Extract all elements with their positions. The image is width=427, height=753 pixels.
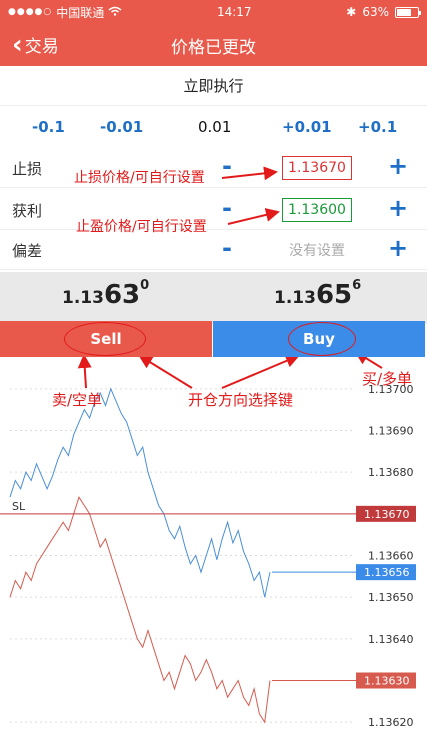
chevron-left-icon: ‹ xyxy=(12,29,23,60)
price-adjust-row: -0.1 -0.01 0.01 +0.01 +0.1 xyxy=(0,112,427,144)
take-profit-plus-button[interactable]: + xyxy=(388,194,408,222)
sell-annotation: 卖/空单 xyxy=(52,391,103,409)
deviation-row: 偏差 - 没有设置 + xyxy=(0,230,427,270)
step-minus-0-01[interactable]: -0.01 xyxy=(100,118,143,136)
page-title: 价格已更改 xyxy=(171,37,256,58)
step-plus-0-1[interactable]: +0.1 xyxy=(358,118,397,136)
stop-loss-value[interactable]: 1.13670 xyxy=(282,156,352,180)
sell-highlight-ellipse xyxy=(64,322,146,356)
deviation-plus-button[interactable]: + xyxy=(388,234,408,262)
level-tag-label: 1.13670 xyxy=(364,508,410,521)
deviation-label: 偏差 xyxy=(12,242,43,260)
step-minus-0-1[interactable]: -0.1 xyxy=(32,118,65,136)
price-series-line xyxy=(9,387,271,598)
back-button[interactable]: ‹ 交易 xyxy=(12,29,59,60)
take-profit-row: 获利 - 1.13600 + xyxy=(0,190,427,230)
y-tick-label: 1.13660 xyxy=(368,550,414,563)
wifi-icon xyxy=(108,5,122,19)
take-profit-label: 获利 xyxy=(12,202,43,220)
step-current: 0.01 xyxy=(198,118,232,136)
battery-icon xyxy=(394,6,421,18)
status-bar: ●●●●○ 中国联通 14:17 ✱ 63% xyxy=(0,0,427,24)
y-tick-label: 1.13680 xyxy=(368,466,414,479)
y-tick-label: 1.13620 xyxy=(368,716,414,729)
buy-annotation: 买/多单 xyxy=(362,370,413,388)
stop-loss-row: 止损 - 1.13670 + xyxy=(0,148,427,188)
sell-quote-prefix: 1.13 xyxy=(62,288,104,308)
stop-loss-minus-button[interactable]: - xyxy=(222,152,232,180)
top-bar: ●●●●○ 中国联通 14:17 ✱ 63% ‹ 交易 价格已更改 xyxy=(0,0,427,66)
sell-quote-pips: 63 xyxy=(103,280,141,310)
price-chart: 1.137001.136901.136801.136601.136501.136… xyxy=(0,383,416,729)
sl-label: SL xyxy=(12,500,26,513)
bluetooth-icon: ✱ xyxy=(346,5,357,19)
stop-loss-plus-button[interactable]: + xyxy=(388,152,408,180)
quote-band: 1.13630 1.13656 xyxy=(0,272,427,324)
y-tick-label: 1.13650 xyxy=(368,591,414,604)
deviation-value[interactable]: 没有设置 xyxy=(282,238,352,262)
level-tag-label: 1.13656 xyxy=(364,566,410,579)
carrier-name: 中国联通 xyxy=(56,5,105,20)
deviation-minus-button[interactable]: - xyxy=(222,234,232,262)
y-tick-label: 1.13690 xyxy=(368,425,414,438)
take-profit-value[interactable]: 1.13600 xyxy=(282,198,352,222)
battery-percent: 63% xyxy=(362,5,389,19)
stop-loss-annotation: 止损价格/可自行设置 xyxy=(74,170,205,186)
step-plus-0-01[interactable]: +0.01 xyxy=(282,118,332,136)
nav-bar: ‹ 交易 价格已更改 xyxy=(0,24,427,66)
buy-quote-fraction: 6 xyxy=(352,278,362,293)
buy-quote: 1.13656 xyxy=(274,278,362,310)
sell-quote: 1.13630 xyxy=(62,278,150,310)
take-profit-annotation: 止盈价格/可自行设置 xyxy=(76,219,207,235)
buy-quote-pips: 65 xyxy=(315,280,353,310)
stop-loss-label: 止损 xyxy=(12,160,43,178)
y-tick-label: 1.13640 xyxy=(368,633,414,646)
buy-highlight-ellipse xyxy=(288,322,356,356)
status-time: 14:17 xyxy=(216,5,252,19)
execution-mode: 立即执行 xyxy=(0,66,427,106)
direction-annotation: 开仓方向选择键 xyxy=(188,391,294,409)
level-tag-label: 1.13630 xyxy=(364,675,410,688)
price-series-line xyxy=(9,496,271,724)
sell-quote-fraction: 0 xyxy=(140,278,150,293)
take-profit-minus-button[interactable]: - xyxy=(222,194,232,222)
back-label: 交易 xyxy=(24,37,59,57)
buy-quote-prefix: 1.13 xyxy=(274,288,316,308)
signal-icon: ●●●●○ xyxy=(8,7,53,17)
